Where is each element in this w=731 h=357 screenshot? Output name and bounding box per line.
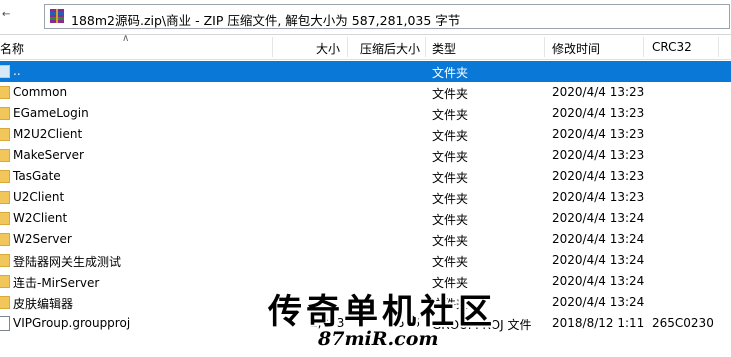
item-modified: 2020/4/4 13:23 xyxy=(552,85,645,99)
item-name: VIPGroup.groupproj xyxy=(13,316,131,330)
list-item[interactable]: MakeServer 文件夹 2020/4/4 13:23 xyxy=(0,145,731,166)
watermark-title: 传奇单机社区 xyxy=(268,292,496,332)
item-type: 文件夹 xyxy=(432,108,469,122)
item-modified: 2020/4/4 13:23 xyxy=(552,127,645,141)
folder-icon xyxy=(0,191,10,204)
folder-icon xyxy=(0,149,10,162)
item-modified: 2020/4/4 13:24 xyxy=(552,274,645,288)
folder-icon xyxy=(0,254,10,267)
item-type: 文件夹 xyxy=(432,255,469,269)
column-crc32[interactable]: CRC32 xyxy=(652,40,692,54)
item-name: .. xyxy=(13,64,21,78)
list-item[interactable]: U2Client 文件夹 2020/4/4 13:23 xyxy=(0,187,731,208)
item-name: 登陆器网关生成测试 xyxy=(13,255,122,269)
item-crc32: 265C0230 xyxy=(652,316,714,330)
sort-ascending-icon: ∧ xyxy=(122,33,130,44)
item-name: M2U2Client xyxy=(13,127,83,141)
item-name: U2Client xyxy=(13,190,65,204)
column-separator[interactable] xyxy=(425,37,426,57)
list-item[interactable]: TasGate 文件夹 2020/4/4 13:23 xyxy=(0,166,731,187)
back-arrow-icon[interactable]: ← xyxy=(2,9,10,20)
item-name: W2Client xyxy=(13,211,68,225)
column-size[interactable]: 大小 xyxy=(316,40,340,57)
column-name[interactable]: 名称 xyxy=(0,40,24,57)
zip-archive-icon xyxy=(50,9,64,23)
folder-icon xyxy=(0,107,10,120)
column-separator[interactable] xyxy=(347,37,348,57)
list-item[interactable]: W2Server 文件夹 2020/4/4 13:24 xyxy=(0,229,731,250)
item-modified: 2020/4/4 13:24 xyxy=(552,295,645,309)
list-item[interactable]: M2U2Client 文件夹 2020/4/4 13:23 xyxy=(0,124,731,145)
item-type: 文件夹 xyxy=(432,87,469,101)
column-packed-size[interactable]: 压缩后大小 xyxy=(360,40,420,57)
item-type: 文件夹 xyxy=(432,171,469,185)
folder-icon xyxy=(0,212,10,225)
folder-icon xyxy=(0,170,10,183)
column-separator[interactable] xyxy=(544,37,545,57)
column-separator[interactable] xyxy=(643,37,644,57)
item-modified: 2020/4/4 13:23 xyxy=(552,148,645,162)
item-name: 皮肤编辑器 xyxy=(13,297,74,311)
column-separator[interactable] xyxy=(718,37,719,57)
address-bar: ← 188m2源码.zip\商业 - ZIP 压缩文件, 解包大小为 587,2… xyxy=(0,0,731,35)
item-name: W2Server xyxy=(13,232,72,246)
folder-icon xyxy=(0,86,10,99)
path-box[interactable]: 188m2源码.zip\商业 - ZIP 压缩文件, 解包大小为 587,281… xyxy=(44,4,730,29)
list-item[interactable]: EGameLogin 文件夹 2020/4/4 13:23 xyxy=(0,103,731,124)
list-item[interactable]: 登陆器网关生成测试 文件夹 2020/4/4 13:24 xyxy=(0,250,731,271)
item-name: TasGate xyxy=(13,169,61,183)
item-name: EGameLogin xyxy=(13,106,89,120)
item-modified: 2020/4/4 13:24 xyxy=(552,232,645,246)
watermark-site: 87miR.com xyxy=(318,328,439,350)
item-type: 文件夹 xyxy=(432,213,469,227)
column-modified[interactable]: 修改时间 xyxy=(552,40,600,57)
list-item[interactable]: W2Client 文件夹 2020/4/4 13:24 xyxy=(0,208,731,229)
folder-icon xyxy=(0,65,10,78)
item-modified: 2020/4/4 13:23 xyxy=(552,190,645,204)
item-type: 文件夹 xyxy=(432,129,469,143)
item-name: MakeServer xyxy=(13,148,84,162)
item-name: 连击-MirServer xyxy=(13,276,100,290)
column-header: ∧ 名称 大小 压缩后大小 类型 修改时间 CRC32 xyxy=(0,33,731,60)
item-modified: 2020/4/4 13:24 xyxy=(552,211,645,225)
folder-icon xyxy=(0,296,10,309)
item-type: 文件夹 xyxy=(432,150,469,164)
list-item[interactable]: .. 文件夹 xyxy=(0,61,731,82)
path-text: 188m2源码.zip\商业 - ZIP 压缩文件, 解包大小为 587,281… xyxy=(71,13,461,28)
column-type[interactable]: 类型 xyxy=(432,40,456,57)
item-modified: 2020/4/4 13:23 xyxy=(552,106,645,120)
watermark: 传奇单机社区 87miR.com xyxy=(268,284,492,354)
item-name: Common xyxy=(13,85,68,99)
item-type: 文件夹 xyxy=(432,234,469,248)
folder-icon xyxy=(0,128,10,141)
item-modified: 2018/8/12 1:11 xyxy=(552,316,645,330)
item-modified: 2020/4/4 13:23 xyxy=(552,169,645,183)
list-item[interactable]: Common 文件夹 2020/4/4 13:23 xyxy=(0,82,731,103)
item-modified: 2020/4/4 13:24 xyxy=(552,253,645,267)
folder-icon xyxy=(0,233,10,246)
column-separator[interactable] xyxy=(272,37,273,57)
folder-icon xyxy=(0,275,10,288)
item-type: 文件夹 xyxy=(432,192,469,206)
file-icon xyxy=(0,316,10,331)
item-type: 文件夹 xyxy=(432,66,469,80)
